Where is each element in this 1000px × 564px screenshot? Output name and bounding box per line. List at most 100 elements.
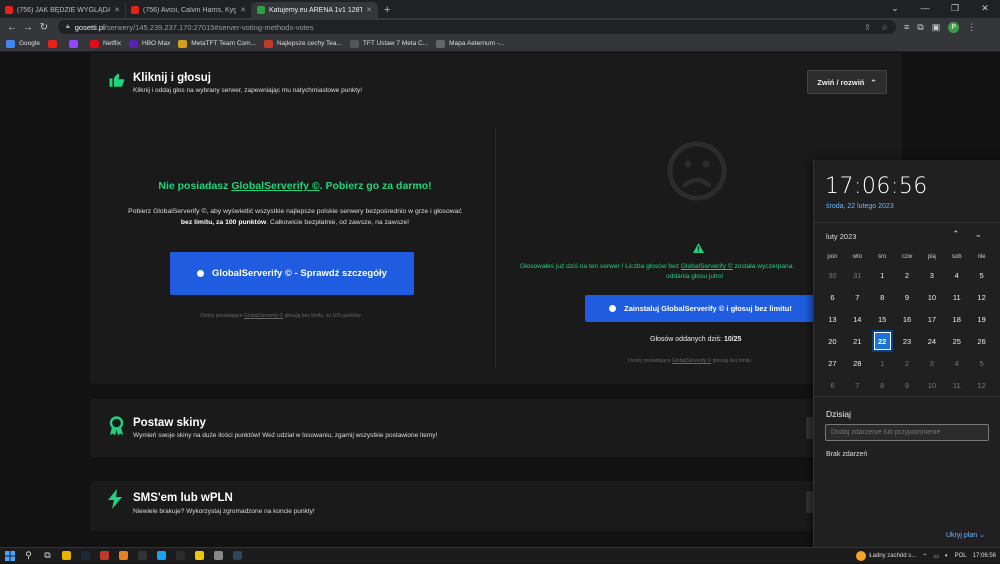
calendar-day[interactable]: 19 bbox=[969, 308, 994, 330]
profile-avatar[interactable]: P bbox=[948, 21, 960, 33]
bookmark-item[interactable] bbox=[68, 39, 82, 48]
calendar-day[interactable]: 20 bbox=[820, 330, 845, 352]
calendar-day[interactable]: 10 bbox=[919, 286, 944, 308]
steam-icon[interactable] bbox=[76, 548, 95, 564]
volume-icon[interactable]: 🔈︎ bbox=[945, 553, 949, 560]
maximize-button[interactable]: ❐ bbox=[940, 0, 970, 18]
calendar-day[interactable]: 2 bbox=[895, 264, 920, 286]
calendar-day[interactable]: 27 bbox=[820, 352, 845, 374]
minimize-button[interactable]: — bbox=[910, 0, 940, 18]
app-grid-icon[interactable] bbox=[209, 548, 228, 564]
edge-icon[interactable] bbox=[152, 548, 171, 564]
calendar-day[interactable]: 17 bbox=[919, 308, 944, 330]
browser-tab[interactable]: (756) JAK BĘDZIE WYGLĄDAŁ M...✕ bbox=[0, 2, 126, 18]
calendar-day[interactable]: 11 bbox=[944, 286, 969, 308]
voted-message-link[interactable]: GlobalServerify © bbox=[681, 263, 733, 270]
calendar-day[interactable]: 7 bbox=[845, 286, 870, 308]
month-label[interactable]: luty 2023 bbox=[826, 232, 856, 241]
network-icon[interactable]: ▭ bbox=[933, 553, 939, 560]
calendar-day[interactable]: 3 bbox=[919, 264, 944, 286]
chevron-down-icon[interactable]: ⌄ bbox=[975, 229, 983, 240]
language-indicator[interactable]: POL bbox=[955, 553, 967, 559]
close-tab-icon[interactable]: ✕ bbox=[240, 6, 246, 14]
calendar-day[interactable]: 8 bbox=[870, 286, 895, 308]
calendar-day[interactable]: 12 bbox=[969, 374, 994, 396]
calendar-day[interactable]: 14 bbox=[845, 308, 870, 330]
calendar-day[interactable]: 30 bbox=[820, 264, 845, 286]
calendar-day[interactable]: 8 bbox=[870, 374, 895, 396]
calendar-day[interactable]: 24 bbox=[919, 330, 944, 352]
explorer-icon[interactable] bbox=[190, 548, 209, 564]
check-details-button[interactable]: GlobalServerify © - Sprawdź szczegóły bbox=[170, 252, 414, 295]
reload-button[interactable]: ↻ bbox=[36, 22, 52, 33]
app-dark-icon[interactable] bbox=[171, 548, 190, 564]
calendar-day[interactable]: 1 bbox=[870, 352, 895, 374]
tab-search-button[interactable]: ⌄ bbox=[880, 0, 910, 18]
calendar-day[interactable]: 3 bbox=[919, 352, 944, 374]
calendar-day[interactable]: 6 bbox=[820, 286, 845, 308]
media-control-icon[interactable]: ≡ bbox=[904, 22, 909, 32]
calendar-day-today[interactable]: 22 bbox=[871, 330, 893, 352]
taskbar-clock[interactable]: 17:06:56 bbox=[973, 553, 996, 559]
bookmark-item[interactable]: Google bbox=[6, 39, 40, 48]
calendar-day[interactable]: 15 bbox=[870, 308, 895, 330]
calendar-day[interactable]: 2 bbox=[895, 352, 920, 374]
steam2-icon[interactable] bbox=[228, 548, 247, 564]
browser-tab[interactable]: (756) Avicii, Calvin Harris, Kyg... ✕ bbox=[126, 2, 252, 18]
calendar-day[interactable]: 10 bbox=[919, 374, 944, 396]
calendar-day[interactable]: 16 bbox=[895, 308, 920, 330]
bookmark-item[interactable]: Netflix bbox=[89, 39, 121, 48]
share-icon[interactable]: ⇪ bbox=[864, 23, 871, 32]
forward-button[interactable]: → bbox=[20, 22, 36, 33]
calendar-day[interactable]: 11 bbox=[944, 374, 969, 396]
calendar-day[interactable]: 5 bbox=[969, 352, 994, 374]
app-orange-icon[interactable] bbox=[114, 548, 133, 564]
bookmark-item[interactable]: TFT Ustaw 7 Meta C... bbox=[349, 39, 428, 48]
bookmark-item[interactable]: Najlepsze cechy Tea... bbox=[263, 39, 342, 48]
calendar-day[interactable]: 12 bbox=[969, 286, 994, 308]
calendar-day[interactable]: 9 bbox=[895, 286, 920, 308]
bookmark-item[interactable]: Mapa Aeternum -... bbox=[436, 39, 504, 48]
close-tab-icon[interactable]: ✕ bbox=[366, 6, 372, 14]
chevron-up-icon[interactable]: ⌃ bbox=[922, 553, 927, 560]
calendar-day[interactable]: 1 bbox=[870, 264, 895, 286]
calendar-day[interactable]: 31 bbox=[845, 264, 870, 286]
close-tab-icon[interactable]: ✕ bbox=[114, 6, 120, 14]
chevron-up-icon[interactable]: ⌃ bbox=[952, 229, 960, 240]
calendar-day[interactable]: 13 bbox=[820, 308, 845, 330]
bookmark-item[interactable] bbox=[47, 39, 61, 48]
weather-widget[interactable]: Ładny zachód s... bbox=[856, 551, 916, 561]
extensions-icon[interactable]: ⧉ bbox=[917, 22, 923, 33]
calendar-day[interactable]: 28 bbox=[845, 352, 870, 374]
calendar-day[interactable]: 7 bbox=[845, 374, 870, 396]
back-button[interactable]: ← bbox=[4, 22, 20, 33]
calendar-day[interactable]: 4 bbox=[944, 264, 969, 286]
bookmark-item[interactable]: MetaTFT Team Com... bbox=[178, 39, 256, 48]
calendar-day[interactable]: 4 bbox=[944, 352, 969, 374]
install-and-vote-button[interactable]: Zainstaluj GlobalServerify © i głosuj be… bbox=[585, 295, 816, 322]
hide-plan-link[interactable]: Ukryj plan ⌄ bbox=[946, 531, 985, 539]
task-view-icon[interactable]: ⧉ bbox=[38, 548, 57, 564]
add-event-input[interactable] bbox=[825, 424, 989, 441]
calendar-day[interactable]: 9 bbox=[895, 374, 920, 396]
browser-tab[interactable]: Katujemy.eu ARENA 1v1 128TR I...✕ bbox=[252, 2, 378, 18]
menu-kebab-icon[interactable]: ⋮ bbox=[967, 22, 976, 33]
new-tab-button[interactable]: + bbox=[378, 2, 396, 18]
collapse-toggle-button[interactable]: Zwiń / rozwiń ⌃ bbox=[807, 70, 887, 94]
calendar-day[interactable]: 26 bbox=[969, 330, 994, 352]
app-blank-icon[interactable] bbox=[133, 548, 152, 564]
chrome-icon[interactable] bbox=[57, 548, 76, 564]
close-window-button[interactable]: ✕ bbox=[970, 0, 1000, 18]
clock-date-link[interactable]: środa, 22 lutego 2023 bbox=[826, 203, 894, 210]
calendar-day[interactable]: 5 bbox=[969, 264, 994, 286]
start-icon[interactable] bbox=[0, 548, 19, 564]
calendar-day[interactable]: 23 bbox=[895, 330, 920, 352]
bookmark-item[interactable]: HBO Max bbox=[129, 39, 170, 48]
globalserverify-link[interactable]: GlobalServerify © bbox=[231, 180, 319, 192]
side-panel-icon[interactable]: ▣ bbox=[932, 22, 941, 33]
note-link[interactable]: GlobalServerify © bbox=[244, 313, 283, 319]
app-red-icon[interactable] bbox=[95, 548, 114, 564]
search-icon[interactable]: ⚲ bbox=[19, 548, 38, 564]
calendar-day[interactable]: 6 bbox=[820, 374, 845, 396]
bookmark-star-icon[interactable]: ☆ bbox=[881, 23, 888, 32]
